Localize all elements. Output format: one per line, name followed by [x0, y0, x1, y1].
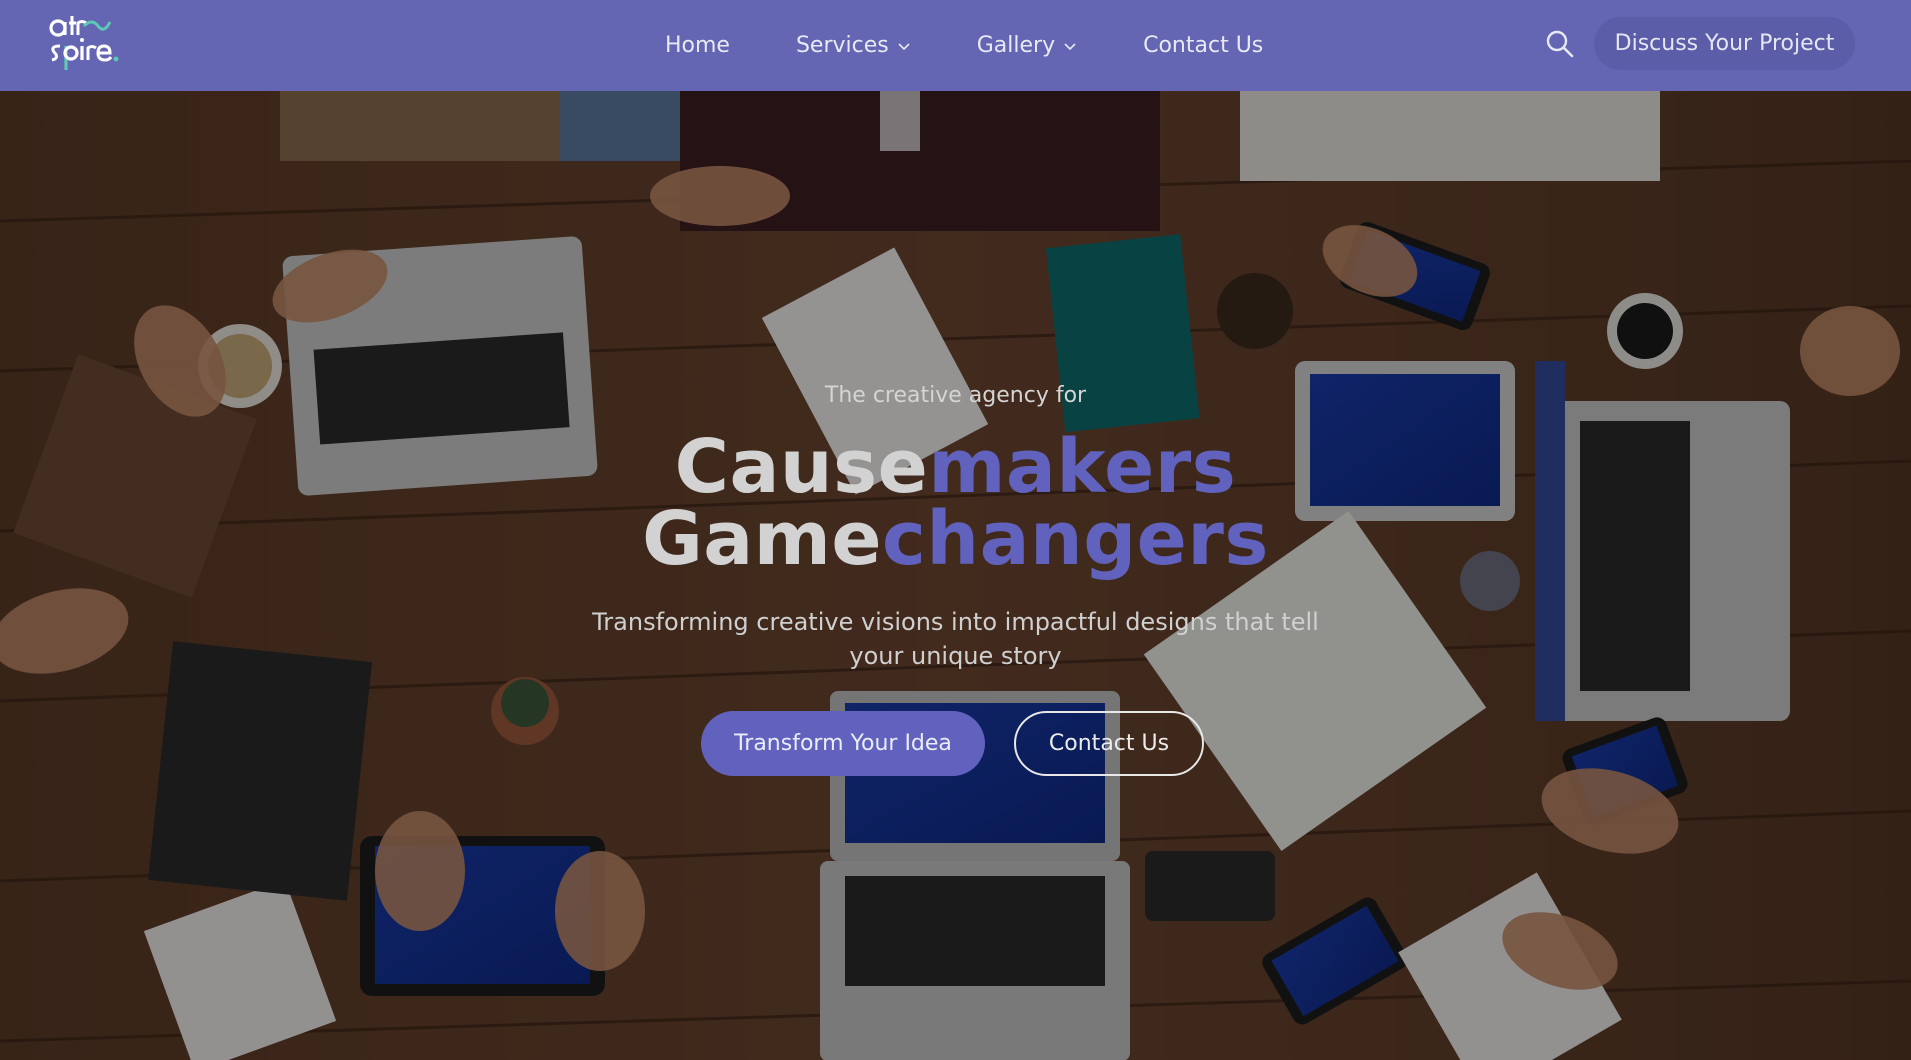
hero-subtitle: Transforming creative visions into impac…: [592, 608, 1319, 670]
transform-your-idea-button[interactable]: Transform Your Idea: [701, 711, 985, 776]
nav-gallery-dropdown[interactable]: Gallery: [977, 33, 1077, 58]
artspire-logo[interactable]: [48, 12, 128, 74]
discuss-project-button[interactable]: Discuss Your Project: [1594, 17, 1855, 70]
top-navigation: Home Services Gallery Contact Us Discuss…: [0, 0, 1911, 91]
search-button[interactable]: [1543, 27, 1577, 61]
hero-contact-us-button[interactable]: Contact Us: [1014, 711, 1204, 776]
nav-contact-link[interactable]: Contact Us: [1143, 33, 1263, 58]
hero-content: The creative agency for Causemakers Game…: [0, 91, 1911, 1060]
nav-home-label: Home: [665, 33, 730, 58]
logo-mark: [49, 16, 119, 70]
nav-contact-label: Contact Us: [1143, 33, 1264, 58]
chevron-down-icon: [898, 42, 910, 50]
transform-your-idea-label: Transform Your Idea: [734, 731, 952, 756]
nav-gallery-label: Gallery: [976, 33, 1056, 58]
chevron-down-icon: [1064, 42, 1076, 50]
hero-contact-us-label: Contact Us: [1048, 731, 1170, 756]
hero-headline: Causemakers Gamechangers: [0, 430, 1911, 576]
headline-word-changers: changers: [882, 496, 1269, 582]
search-icon: [1546, 30, 1574, 58]
headline-word-game: Game: [642, 496, 883, 582]
main-menu: Home Services Gallery Contact Us: [665, 0, 1329, 91]
discuss-project-label: Discuss Your Project: [1614, 31, 1835, 56]
nav-services-dropdown[interactable]: Services: [796, 33, 911, 58]
hero-section: The creative agency for Causemakers Game…: [0, 91, 1911, 1060]
nav-services-label: Services: [795, 33, 889, 58]
hero-eyebrow: The creative agency for: [824, 383, 1087, 408]
nav-home-link[interactable]: Home: [665, 33, 730, 58]
